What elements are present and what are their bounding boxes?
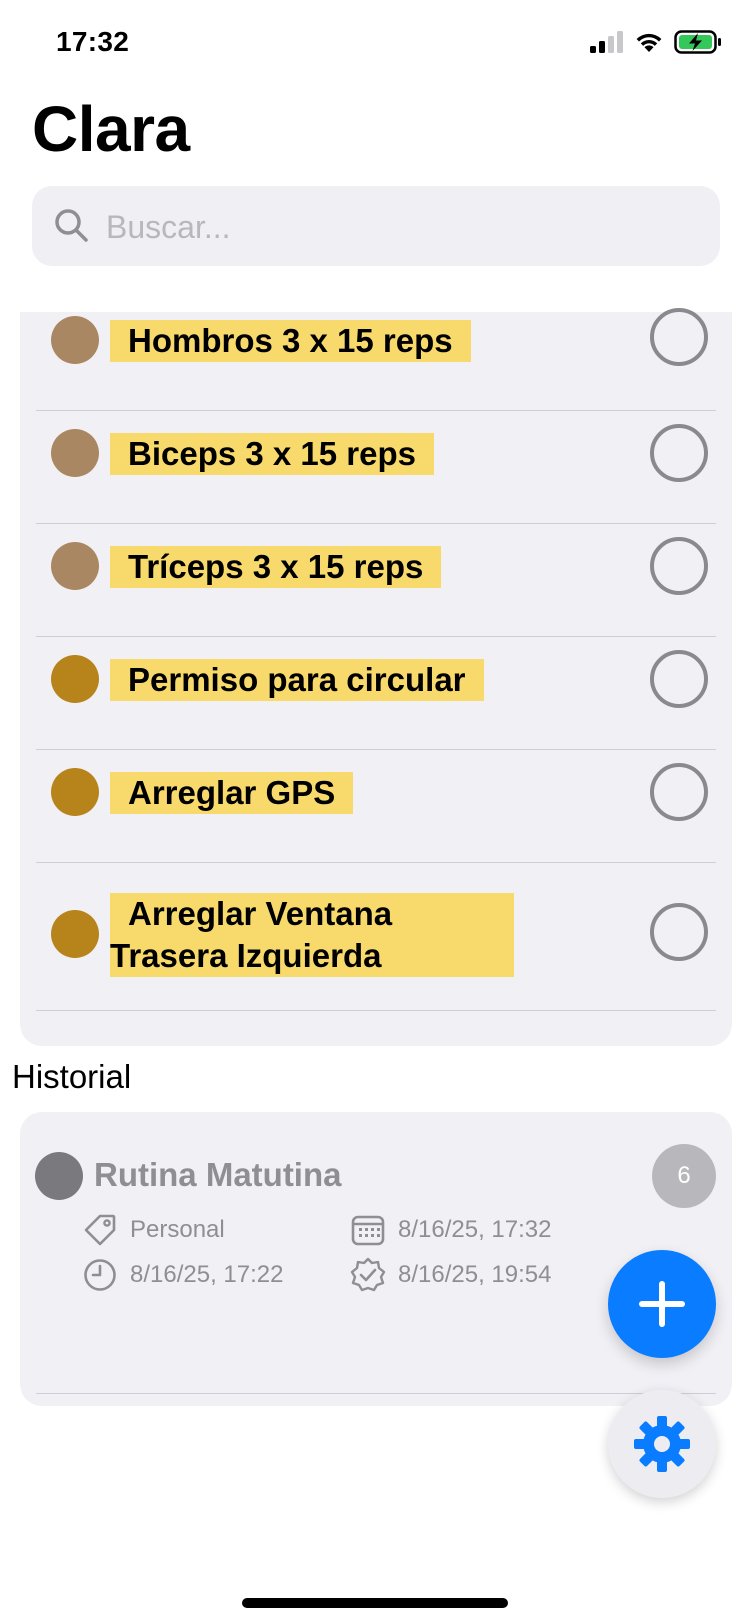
seal-check-icon (350, 1257, 386, 1292)
wifi-icon (636, 33, 662, 52)
task-color-dot (51, 542, 99, 590)
task-complete-checkbox[interactable] (650, 903, 708, 961)
history-item-title: Rutina Matutina (94, 1156, 342, 1193)
task-color-dot (51, 768, 99, 816)
search-icon (55, 209, 88, 242)
status-icons (590, 30, 722, 54)
task-label: Hombros 3 x 15 reps (110, 320, 471, 362)
plus-icon (639, 1281, 685, 1327)
gear-icon (634, 1416, 690, 1472)
tag-icon (84, 1214, 116, 1246)
history-count-badge: 6 (652, 1144, 716, 1208)
task-color-dot (51, 316, 99, 364)
signal-icon (590, 31, 623, 53)
task-complete-checkbox[interactable] (650, 763, 708, 821)
settings-button[interactable] (608, 1390, 716, 1498)
task-complete-checkbox[interactable] (650, 537, 708, 595)
home-indicator[interactable] (242, 1598, 508, 1608)
clock-icon (84, 1259, 116, 1291)
history-tag-label: Personal (130, 1216, 225, 1243)
battery-charging-icon (674, 30, 721, 54)
task-row[interactable]: Permiso para circular (36, 636, 716, 750)
history-start-time: 8/16/25, 17:22 (82, 1257, 283, 1293)
history-item[interactable]: Rutina Matutina 6 Personal 8/16/25, 17:3… (20, 1112, 732, 1406)
task-label: Permiso para circular (110, 659, 484, 701)
task-row[interactable]: Biceps 3 x 15 reps (36, 410, 716, 524)
task-row[interactable]: Arreglar GPS (36, 749, 716, 863)
task-label: Biceps 3 x 15 reps (110, 433, 435, 475)
task-color-dot (51, 910, 99, 958)
history-completed-time: 8/16/25, 19:54 (350, 1257, 551, 1293)
task-row[interactable]: Arreglar Ventana Trasera Izquierda (36, 862, 716, 1011)
task-row[interactable]: Tríceps 3 x 15 reps (36, 523, 716, 637)
task-label: Arreglar Ventana Trasera Izquierda (110, 893, 514, 977)
status-time: 17:32 (56, 26, 130, 57)
calendar-icon (351, 1215, 385, 1246)
task-complete-checkbox[interactable] (650, 650, 708, 708)
history-due-date-value: 8/16/25, 17:32 (398, 1216, 552, 1243)
history-completed-time-value: 8/16/25, 19:54 (398, 1261, 552, 1288)
page-title: Clara (32, 93, 190, 165)
task-complete-checkbox[interactable] (650, 424, 708, 482)
history-color-dot (35, 1152, 83, 1200)
task-color-dot (51, 429, 99, 477)
task-complete-checkbox[interactable] (650, 308, 708, 366)
status-bar: 17:32 (0, 0, 750, 90)
history-start-time-value: 8/16/25, 17:22 (130, 1261, 284, 1288)
task-label: Tríceps 3 x 15 reps (110, 546, 442, 588)
history-divider (36, 1393, 716, 1394)
history-section-title: Historial (12, 1058, 132, 1095)
search-bar[interactable] (32, 186, 720, 268)
task-list: Hombros 3 x 15 reps Biceps 3 x 15 reps T… (20, 308, 732, 1046)
history-due-date: 8/16/25, 17:32 (350, 1212, 551, 1248)
task-color-dot (51, 655, 99, 703)
add-task-button[interactable] (608, 1250, 716, 1358)
task-row[interactable]: Hombros 3 x 15 reps (36, 308, 716, 411)
history-tag: Personal (82, 1212, 225, 1248)
task-label: Arreglar GPS (110, 772, 354, 814)
search-input[interactable] (104, 186, 708, 268)
